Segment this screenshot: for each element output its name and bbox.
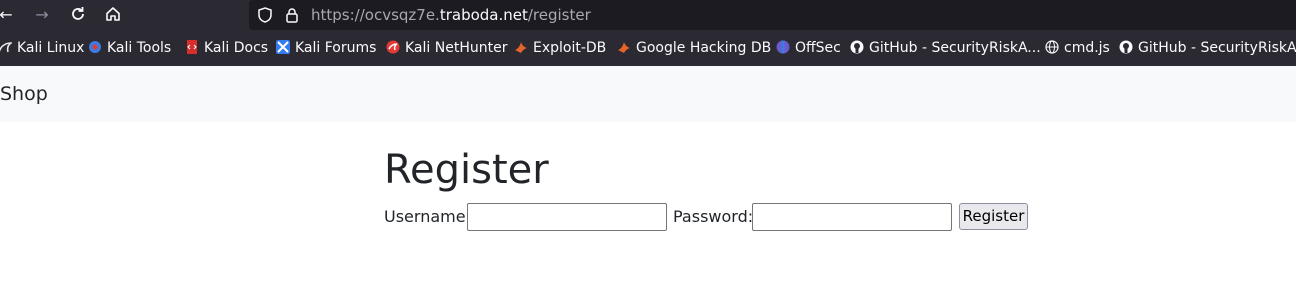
bookmark-kali-docs[interactable]: Kali Docs <box>185 30 268 66</box>
password-label: Password: <box>673 207 754 226</box>
shield-icon[interactable] <box>256 6 274 24</box>
url-bar[interactable]: https://ocvsqz7e.traboda.net/register <box>249 0 1296 30</box>
bookmark-kali-forums[interactable]: Kali Forums <box>276 30 376 66</box>
url-prefix: https://ocvsqz7e. <box>311 6 440 24</box>
kali-docs-icon <box>187 40 197 54</box>
bookmark-label: Kali Tools <box>107 40 172 56</box>
bookmarks-bar: Kali Linux Kali Tools Kali Docs Kali For… <box>0 30 1296 66</box>
bookmark-google-hacking-db[interactable]: Google Hacking DB <box>617 30 771 66</box>
kali-dragon-icon <box>0 42 12 53</box>
navbar-brand[interactable]: Shop <box>0 83 48 105</box>
bookmark-kali-linux[interactable]: Kali Linux <box>0 30 84 66</box>
back-arrow-icon[interactable]: ← <box>0 5 16 25</box>
exploit-db-icon <box>515 42 527 53</box>
github-icon <box>1119 40 1133 54</box>
browser-toolbar: ← → https://ocvsqz7e.traboda.net/registe… <box>0 0 1296 30</box>
bookmark-label: cmd.js <box>1064 40 1110 56</box>
bookmark-cmd-js[interactable]: cmd.js <box>1045 30 1110 66</box>
bookmark-label: Google Hacking DB <box>636 40 772 56</box>
kali-forums-icon <box>276 40 290 54</box>
ghdb-icon <box>618 42 630 53</box>
register-button[interactable]: Register <box>959 203 1028 230</box>
username-label: Username: <box>384 207 471 226</box>
bookmark-label: GitHub - SecurityRiskA... <box>1138 40 1296 56</box>
bookmark-label: Kali Docs <box>204 40 269 56</box>
reload-icon[interactable] <box>68 5 88 25</box>
bookmark-offsec[interactable]: OffSec <box>776 30 841 66</box>
globe-icon <box>1045 40 1059 54</box>
bookmark-github-2[interactable]: GitHub - SecurityRiskA... <box>1119 30 1296 66</box>
lock-icon[interactable] <box>283 6 301 24</box>
bookmark-label: Exploit-DB <box>533 40 607 56</box>
github-icon <box>850 40 864 54</box>
bookmark-exploit-db[interactable]: Exploit-DB <box>514 30 606 66</box>
url-text[interactable]: https://ocvsqz7e.traboda.net/register <box>311 0 591 30</box>
bookmark-label: GitHub - SecurityRiskA... <box>869 40 1041 56</box>
page-title: Register <box>384 147 549 193</box>
bookmark-label: Kali NetHunter <box>405 40 508 56</box>
bookmark-kali-tools[interactable]: Kali Tools <box>88 30 171 66</box>
home-icon[interactable] <box>103 5 123 25</box>
kali-nethunter-icon <box>386 40 400 54</box>
url-path: /register <box>527 6 591 24</box>
bookmark-label: OffSec <box>795 40 841 56</box>
bookmark-github-1[interactable]: GitHub - SecurityRiskA... <box>850 30 1041 66</box>
offsec-icon <box>776 40 790 54</box>
bookmark-kali-nethunter[interactable]: Kali NetHunter <box>386 30 507 66</box>
bookmark-label: Kali Linux <box>17 40 85 56</box>
forward-arrow-icon[interactable]: → <box>32 5 52 25</box>
username-input[interactable] <box>467 203 667 231</box>
password-input[interactable] <box>752 203 952 231</box>
bookmark-label: Kali Forums <box>295 40 377 56</box>
kali-tools-icon <box>89 41 101 53</box>
site-navbar: Shop <box>0 66 1296 122</box>
url-host: traboda.net <box>439 6 528 24</box>
